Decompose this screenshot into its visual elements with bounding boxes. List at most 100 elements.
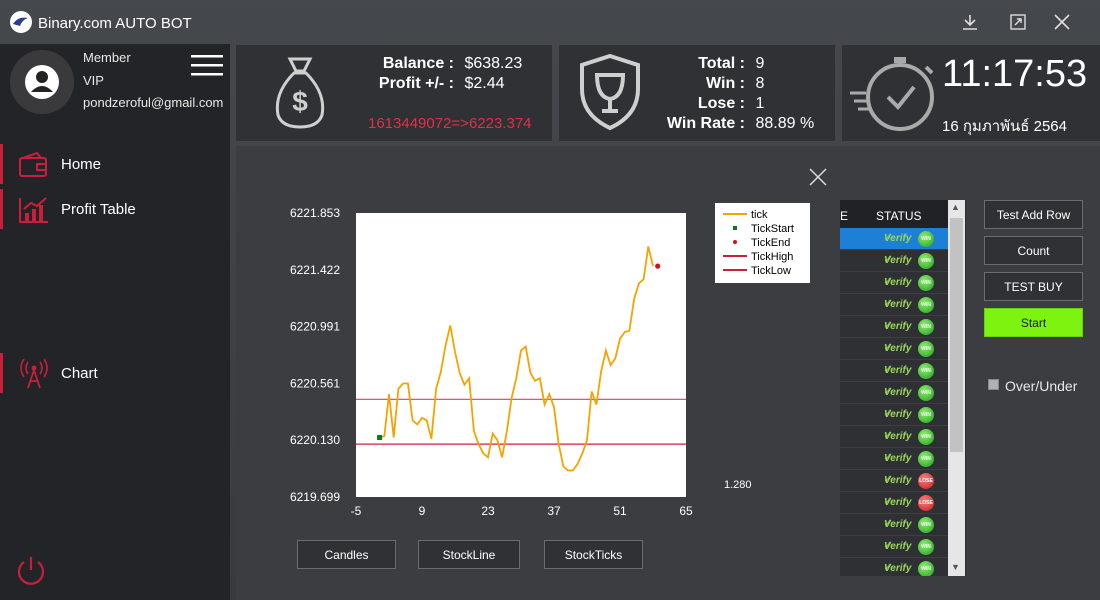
power-icon[interactable] xyxy=(14,554,48,588)
verify-label: Verify xyxy=(884,365,912,376)
table-row[interactable]: ✓ Verify WIN xyxy=(840,272,948,294)
contract-info: 1613449072=>6223.374 xyxy=(368,115,532,132)
table-row[interactable]: ✓ Verify WIN xyxy=(840,316,948,338)
winrate-value: 88.89 % xyxy=(755,115,815,132)
table-row[interactable]: ✓ Verify WIN xyxy=(840,536,948,558)
verify-label: Verify xyxy=(884,299,912,310)
win-badge: WIN xyxy=(918,561,934,576)
tick-start-point xyxy=(377,435,383,441)
column-header-e: E xyxy=(840,209,849,223)
verify-label: Verify xyxy=(884,233,912,244)
y-tick-label: 6219.699 xyxy=(290,490,340,504)
maximize-icon[interactable] xyxy=(1006,10,1030,34)
y-tick-label: 6220.991 xyxy=(290,320,340,334)
wallet-icon xyxy=(19,151,47,177)
member-label: Member xyxy=(83,50,131,65)
table-row[interactable]: ✓ Verify WIN xyxy=(840,404,948,426)
avatar xyxy=(10,50,74,114)
stopwatch-icon xyxy=(850,57,934,131)
table-row[interactable]: ✓ Verify WIN xyxy=(840,382,948,404)
lose-label: Lose : xyxy=(697,95,745,112)
x-tick-label: 37 xyxy=(547,504,561,518)
verify-label: Verify xyxy=(884,431,912,442)
start-button[interactable]: Start xyxy=(984,308,1083,337)
win-value: 8 xyxy=(755,75,765,92)
total-value: 9 xyxy=(755,55,765,72)
nav-item-profit-table[interactable]: Profit Table xyxy=(0,189,230,229)
ratio-value: 1.280 xyxy=(724,479,752,491)
nav-label-chart: Chart xyxy=(61,365,98,382)
table-row[interactable]: ✓ Verify WIN xyxy=(840,558,948,576)
nav-item-chart[interactable]: Chart xyxy=(0,353,230,393)
win-label: Win : xyxy=(706,75,745,92)
table-row[interactable]: ✓ Verify LOSE xyxy=(840,492,948,514)
win-badge: WIN xyxy=(918,231,934,247)
table-row[interactable]: ✓ Verify WIN xyxy=(840,514,948,536)
legend-label: TickLow xyxy=(751,265,791,277)
legend-marker xyxy=(733,240,737,244)
scroll-down-icon[interactable]: ▼ xyxy=(951,562,960,572)
table-row[interactable]: ✓ Verify WIN xyxy=(840,228,948,250)
close-icon[interactable] xyxy=(1050,10,1074,34)
win-badge: WIN xyxy=(918,429,934,445)
table-header: E STATUS xyxy=(840,200,948,228)
title-bar: Binary.com AUTO BOT xyxy=(0,0,1100,44)
verify-label: Verify xyxy=(884,255,912,266)
win-badge: WIN xyxy=(918,275,934,291)
x-tick-label: 51 xyxy=(613,504,627,518)
user-icon xyxy=(25,65,59,99)
vip-label: VIP xyxy=(83,73,104,88)
lose-badge: LOSE xyxy=(918,473,934,489)
download-icon[interactable] xyxy=(958,10,982,34)
verify-label: Verify xyxy=(884,475,912,486)
overunder-checkbox[interactable] xyxy=(988,379,999,390)
clock-card: 11:17:53 16 กุมภาพันธ์ 2564 xyxy=(842,45,1100,141)
verify-label: Verify xyxy=(884,563,912,574)
app-title: Binary.com AUTO BOT xyxy=(38,15,192,32)
table-row[interactable]: ✓ Verify WIN xyxy=(840,360,948,382)
verify-label: Verify xyxy=(884,277,912,288)
trophy-shield-icon xyxy=(580,53,640,131)
win-badge: WIN xyxy=(918,517,934,533)
verify-label: Verify xyxy=(884,321,912,332)
table-row[interactable]: ✓ Verify LOSE xyxy=(840,470,948,492)
verify-label: Verify xyxy=(884,453,912,464)
balance-value: $638.23 xyxy=(464,55,523,72)
legend-marker xyxy=(733,226,737,230)
nav-item-home[interactable]: Home xyxy=(0,144,230,184)
win-badge: WIN xyxy=(918,297,934,313)
x-tick-label: -5 xyxy=(351,504,362,518)
user-email: pondzeroful@gmail.com xyxy=(83,95,224,110)
table-row[interactable]: ✓ Verify WIN xyxy=(840,294,948,316)
win-badge: WIN xyxy=(918,407,934,423)
stockticks-button[interactable]: StockTicks xyxy=(544,540,643,569)
verify-label: Verify xyxy=(884,519,912,530)
count-button[interactable]: Count xyxy=(984,236,1083,265)
legend-label: TickStart xyxy=(751,223,794,235)
legend-label: TickEnd xyxy=(751,237,790,249)
table-scrollbar[interactable]: ▲ ▼ xyxy=(948,200,965,576)
table-row[interactable]: ✓ Verify WIN xyxy=(840,426,948,448)
column-header-status: STATUS xyxy=(876,209,922,223)
profit-label: Profit +/- : xyxy=(378,75,454,92)
nav-label-profit-table: Profit Table xyxy=(61,201,136,218)
win-badge: WIN xyxy=(918,253,934,269)
candles-button[interactable]: Candles xyxy=(297,540,396,569)
lose-badge: LOSE xyxy=(918,495,934,511)
win-badge: WIN xyxy=(918,451,934,467)
scroll-up-icon[interactable]: ▲ xyxy=(951,202,960,212)
close-panel-icon[interactable] xyxy=(808,167,828,187)
hamburger-menu-icon[interactable] xyxy=(190,52,224,78)
table-row[interactable]: ✓ Verify WIN xyxy=(840,338,948,360)
table-row[interactable]: ✓ Verify WIN xyxy=(840,250,948,272)
legend-label: tick xyxy=(751,209,768,221)
stockline-button[interactable]: StockLine xyxy=(418,540,520,569)
legend-label: TickHigh xyxy=(751,251,793,263)
clock-time: 11:17:53 xyxy=(942,53,1088,95)
test-buy-button[interactable]: TEST BUY xyxy=(984,272,1083,301)
test-add-row-button[interactable]: Test Add Row xyxy=(984,200,1083,229)
table-row[interactable]: ✓ Verify WIN xyxy=(840,448,948,470)
sidebar: Member VIP pondzeroful@gmail.com Home Pr… xyxy=(0,44,230,600)
scroll-thumb[interactable] xyxy=(950,218,963,452)
lose-value: 1 xyxy=(755,95,765,112)
